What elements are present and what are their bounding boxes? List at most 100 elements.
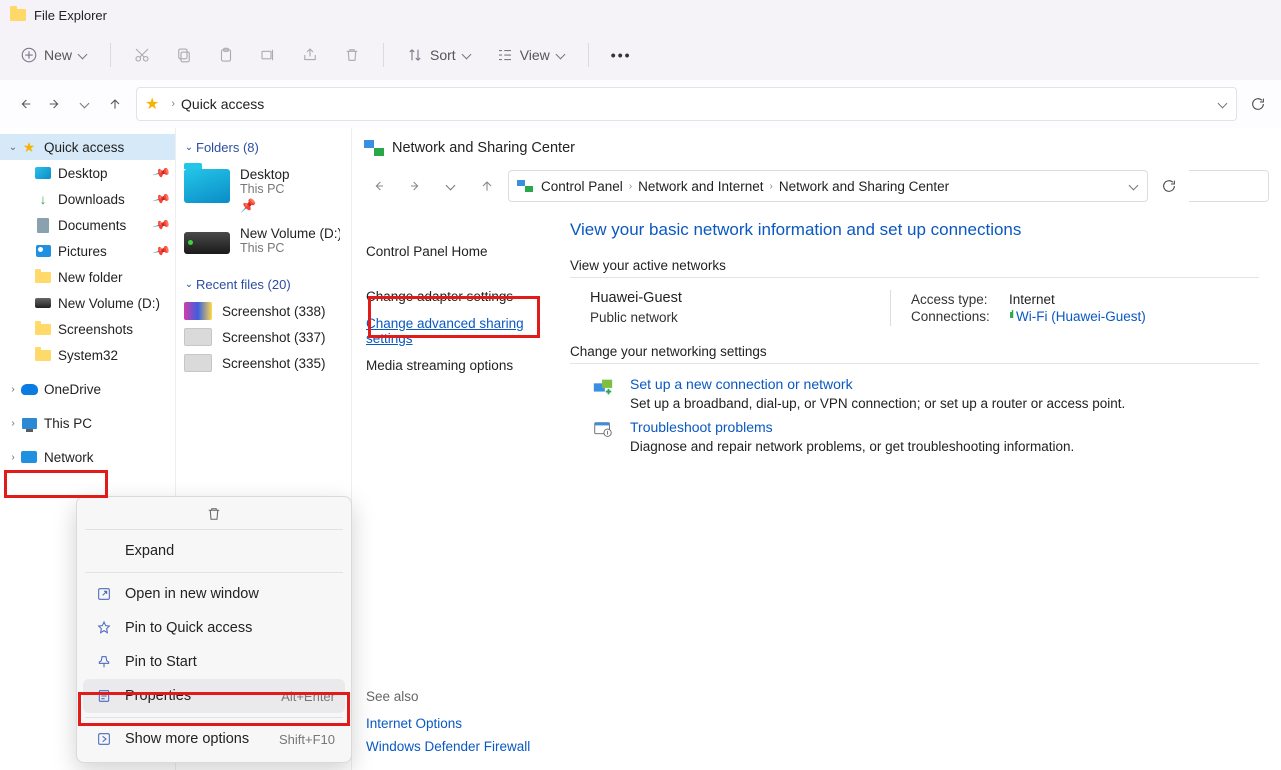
address-bar[interactable]: ★ › Quick access: [136, 87, 1237, 121]
paste-icon: [217, 46, 235, 64]
arrow-right-icon: [407, 178, 423, 194]
nsc-back-button[interactable]: [364, 171, 394, 201]
tree-item-downloads[interactable]: ↓Downloads📌: [0, 186, 175, 212]
nsc-up-button[interactable]: [472, 171, 502, 201]
tree-label: This PC: [44, 416, 92, 431]
open-new-icon: [96, 586, 112, 602]
ctx-label: Properties: [125, 688, 191, 704]
nsc-forward-button[interactable]: [400, 171, 430, 201]
copy-button[interactable]: [165, 40, 203, 70]
delete-button[interactable]: [333, 40, 371, 70]
chevron-down-icon[interactable]: ⌄: [6, 142, 20, 153]
ctx-properties[interactable]: Properties Alt+Enter: [83, 679, 345, 713]
ctx-open-new-window[interactable]: Open in new window: [83, 577, 345, 611]
pc-icon: [22, 418, 37, 429]
ctx-delete-button[interactable]: [83, 503, 345, 525]
ctx-shortcut: Alt+Enter: [281, 689, 335, 704]
tree-item-system32[interactable]: System32: [0, 342, 175, 368]
firewall-link[interactable]: Windows Defender Firewall: [366, 735, 530, 758]
breadcrumb[interactable]: Network and Internet: [638, 179, 763, 194]
sort-button[interactable]: Sort: [396, 40, 482, 70]
arrow-left-icon: [17, 96, 33, 112]
address-location: Quick access: [181, 96, 264, 112]
cut-button[interactable]: [123, 40, 161, 70]
recent-section-header[interactable]: ⌄Recent files (20): [180, 271, 347, 298]
refresh-icon: [1161, 178, 1177, 194]
setup-connection-link[interactable]: Set up a new connection or network: [630, 376, 853, 392]
folder-icon: [35, 272, 51, 283]
internet-options-link[interactable]: Internet Options: [366, 712, 530, 735]
ctx-pin-start[interactable]: Pin to Start: [83, 645, 345, 679]
view-button[interactable]: View: [486, 40, 576, 70]
chevron-right-icon[interactable]: ›: [6, 418, 20, 429]
recent-dropdown[interactable]: [70, 89, 100, 119]
folder-item-desktop[interactable]: Desktop This PC 📌: [180, 161, 347, 220]
context-menu: Expand Open in new window Pin to Quick a…: [76, 496, 352, 763]
tree-item-desktop[interactable]: Desktop📌: [0, 160, 175, 186]
chevron-right-icon: ›: [171, 98, 175, 110]
recent-item[interactable]: Screenshot (338): [180, 298, 347, 324]
chevron-down-icon[interactable]: [1129, 181, 1139, 191]
breadcrumb[interactable]: Network and Sharing Center: [779, 179, 949, 194]
rename-button[interactable]: [249, 40, 287, 70]
chevron-right-icon[interactable]: ›: [6, 384, 20, 395]
recent-item[interactable]: Screenshot (335): [180, 350, 347, 376]
media-streaming-link[interactable]: Media streaming options: [366, 352, 562, 379]
breadcrumb[interactable]: Control Panel: [541, 179, 623, 194]
nsc-address-bar[interactable]: Control Panel› Network and Internet› Net…: [508, 170, 1148, 202]
pin-icon: [96, 654, 112, 670]
tree-item-newvolume[interactable]: New Volume (D:): [0, 290, 175, 316]
troubleshoot-link[interactable]: Troubleshoot problems: [630, 419, 773, 435]
cut-icon: [133, 46, 151, 64]
recent-item[interactable]: Screenshot (337): [180, 324, 347, 350]
view-label: View: [520, 47, 550, 63]
tree-label: Downloads: [58, 192, 125, 207]
pin-icon: 📌: [152, 215, 172, 235]
ctx-expand[interactable]: Expand: [83, 534, 345, 568]
tree-label: New folder: [58, 270, 123, 285]
advanced-sharing-link[interactable]: Change advanced sharing settings: [366, 310, 526, 352]
network-name: Huawei-Guest: [590, 290, 890, 306]
active-networks-header: View your active networks: [570, 258, 1259, 278]
paste-button[interactable]: [207, 40, 245, 70]
tree-item-screenshots[interactable]: Screenshots: [0, 316, 175, 342]
tree-item-documents[interactable]: Documents📌: [0, 212, 175, 238]
ctx-label: Show more options: [125, 731, 249, 747]
nsc-recent-dropdown[interactable]: [436, 171, 466, 201]
tree-network[interactable]: ›Network: [0, 444, 175, 470]
more-button[interactable]: •••: [601, 41, 642, 69]
view-icon: [496, 46, 514, 64]
forward-button[interactable]: [40, 89, 70, 119]
up-button[interactable]: [100, 89, 130, 119]
tree-onedrive[interactable]: ›OneDrive: [0, 376, 175, 402]
folder-item-newvolume[interactable]: New Volume (D:) This PC: [180, 220, 347, 261]
ctx-pin-quick-access[interactable]: Pin to Quick access: [83, 611, 345, 645]
chevron-right-icon: ›: [769, 181, 772, 192]
tree-thispc[interactable]: › This PC: [0, 410, 175, 436]
tree-item-pictures[interactable]: Pictures📌: [0, 238, 175, 264]
tree-item-newfolder[interactable]: New folder: [0, 264, 175, 290]
item-title: New Volume (D:): [240, 226, 340, 241]
share-button[interactable]: [291, 40, 329, 70]
new-button[interactable]: New: [10, 40, 98, 70]
chevron-down-icon[interactable]: [1218, 99, 1228, 109]
nsc-title-text: Network and Sharing Center: [392, 140, 575, 156]
folders-section-header[interactable]: ⌄Folders (8): [180, 134, 347, 161]
nsc-icon: [517, 180, 533, 192]
cp-home-link[interactable]: Control Panel Home: [366, 238, 562, 265]
ctx-show-more[interactable]: Show more optionsShift+F10: [83, 722, 345, 756]
tree-label: Quick access: [44, 140, 124, 155]
see-also-section: See also Internet Options Windows Defend…: [366, 689, 530, 758]
connection-link[interactable]: Wi-Fi (Huawei-Guest): [1016, 309, 1146, 324]
nsc-search-input[interactable]: [1189, 170, 1269, 202]
nsc-nav-row: Control Panel› Network and Internet› Net…: [352, 164, 1281, 208]
adapter-settings-link[interactable]: Change adapter settings: [366, 283, 562, 310]
thumbnail-icon: [184, 328, 212, 346]
chevron-right-icon[interactable]: ›: [6, 452, 20, 463]
tree-quick-access[interactable]: ⌄ ★ Quick access: [0, 134, 175, 160]
refresh-button[interactable]: [1243, 89, 1273, 119]
back-button[interactable]: [10, 89, 40, 119]
nsc-refresh-button[interactable]: [1154, 171, 1184, 201]
more-options-icon: [96, 731, 112, 747]
divider: [85, 572, 343, 573]
